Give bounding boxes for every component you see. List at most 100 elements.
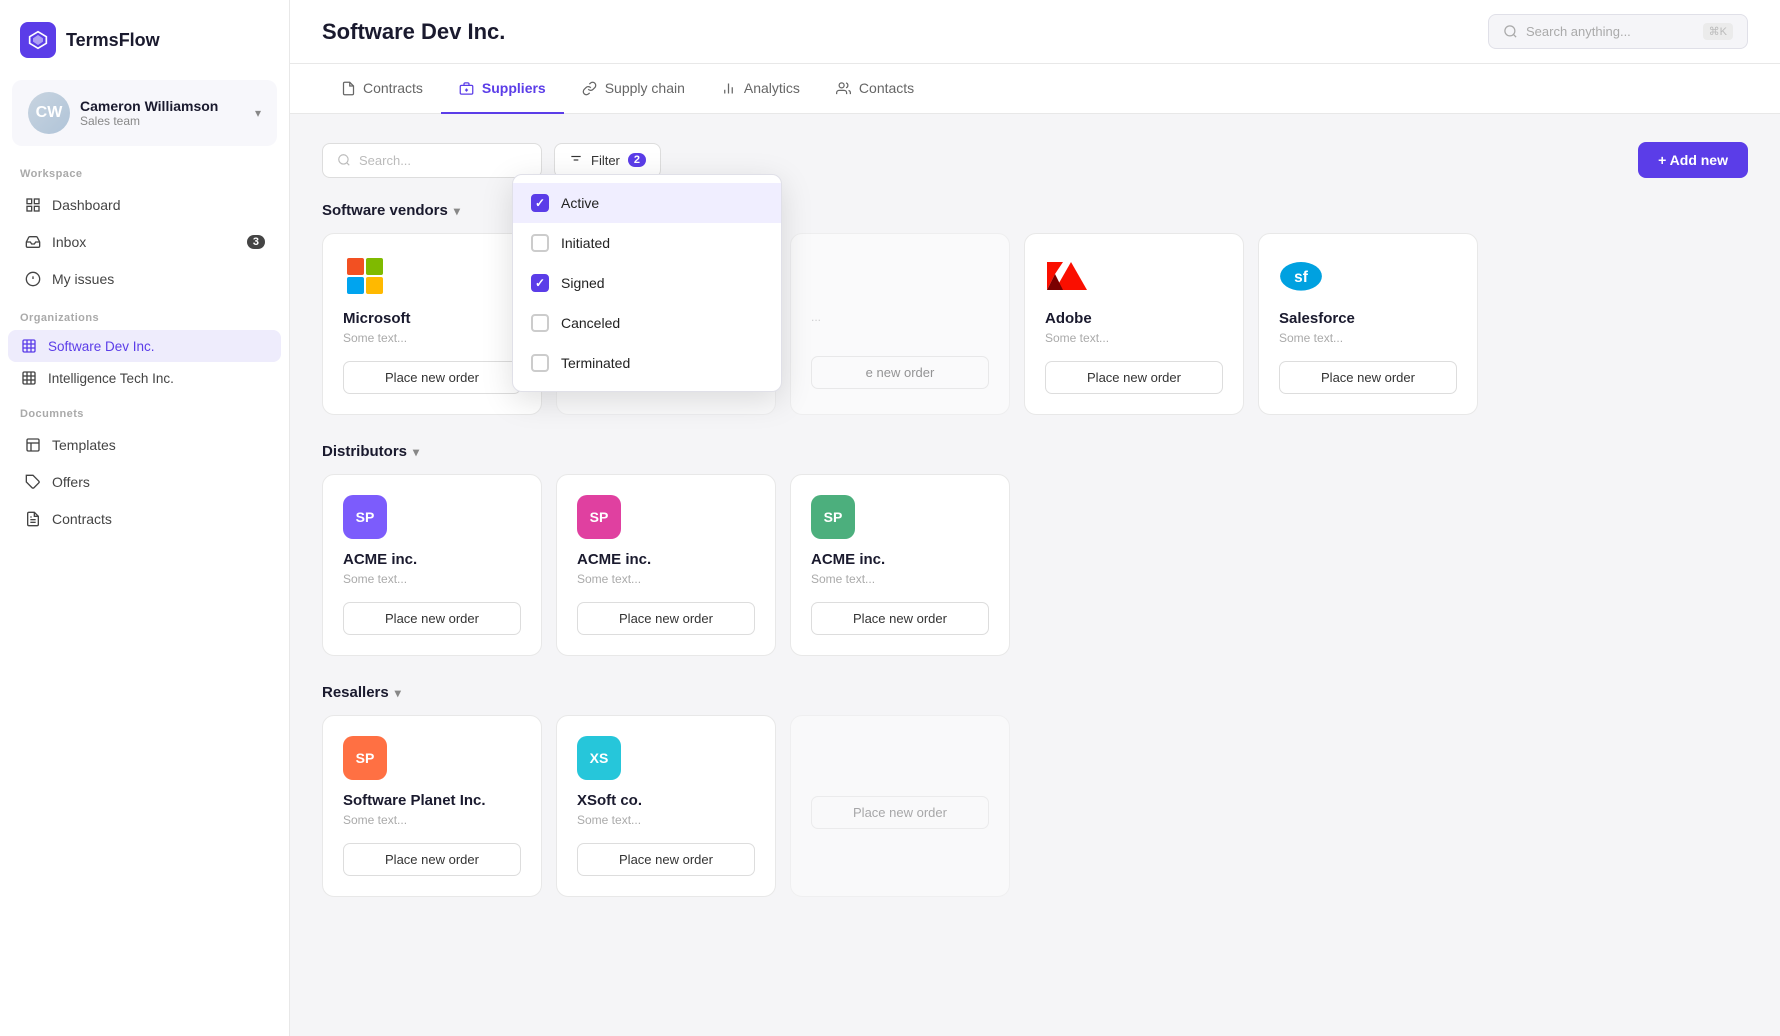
place-order-button[interactable]: Place new order bbox=[343, 361, 521, 394]
tab-analytics[interactable]: Analytics bbox=[703, 64, 818, 114]
sidebar-item-inbox[interactable]: Inbox 3 bbox=[8, 224, 281, 260]
card-adobe: Adobe Some text... Place new order bbox=[1024, 233, 1244, 415]
sidebar-item-offers[interactable]: Offers bbox=[8, 464, 281, 500]
filter-option-label: Initiated bbox=[561, 235, 610, 251]
sidebar-item-intelligence-tech[interactable]: Intelligence Tech Inc. bbox=[8, 362, 281, 394]
checkbox-initiated[interactable] bbox=[531, 234, 549, 252]
place-order-button[interactable]: e new order bbox=[811, 356, 989, 389]
card-desc: Some text... bbox=[577, 572, 755, 586]
filter-icon bbox=[569, 153, 583, 167]
place-order-button[interactable]: Place new order bbox=[1045, 361, 1223, 394]
place-order-button[interactable]: Place new order bbox=[577, 843, 755, 876]
section-title: Resallers bbox=[322, 684, 389, 701]
user-info: Cameron Williamson Sales team bbox=[80, 98, 245, 128]
card-name: Adobe bbox=[1045, 310, 1223, 327]
filter-option-active[interactable]: Active bbox=[513, 183, 781, 223]
tab-supply-chain[interactable]: Supply chain bbox=[564, 64, 703, 114]
filter-label: Filter bbox=[591, 153, 620, 168]
building-icon bbox=[20, 369, 38, 387]
chevron-down-icon: ▾ bbox=[454, 204, 460, 218]
toolbar: Search... Filter 2 + Add new bbox=[322, 142, 1748, 178]
tab-contracts[interactable]: Contracts bbox=[322, 64, 441, 114]
sidebar-item-dashboard[interactable]: Dashboard bbox=[8, 187, 281, 223]
place-order-button[interactable]: Place new order bbox=[343, 602, 521, 635]
place-order-button[interactable]: Place new order bbox=[1279, 361, 1457, 394]
card-desc: ... bbox=[811, 310, 989, 340]
sidebar-item-templates[interactable]: Templates bbox=[8, 427, 281, 463]
user-profile[interactable]: CW Cameron Williamson Sales team ▾ bbox=[12, 80, 277, 146]
place-order-button[interactable]: Place new order bbox=[811, 602, 989, 635]
card-desc: Some text... bbox=[343, 572, 521, 586]
org-label: Intelligence Tech Inc. bbox=[48, 371, 174, 386]
software-planet-logo: SP bbox=[343, 736, 387, 780]
card-name: Microsoft bbox=[343, 310, 521, 327]
filter-option-initiated[interactable]: Initiated bbox=[513, 223, 781, 263]
sidebar-item-my-issues[interactable]: My issues bbox=[8, 261, 281, 297]
global-search[interactable]: Search anything... ⌘K bbox=[1488, 14, 1748, 49]
organizations-list: Software Dev Inc. Intelligence Tech Inc. bbox=[0, 330, 289, 394]
grid-icon bbox=[24, 196, 42, 214]
supplier-search[interactable]: Search... bbox=[322, 143, 542, 178]
adobe-logo bbox=[1045, 254, 1089, 298]
place-order-button[interactable]: Place new order bbox=[811, 796, 989, 829]
add-new-button[interactable]: + Add new bbox=[1638, 142, 1748, 178]
acme3-logo: SP bbox=[811, 495, 855, 539]
card-name: ACME inc. bbox=[577, 551, 755, 568]
search-placeholder: Search anything... bbox=[1526, 24, 1695, 39]
card-name: Salesforce bbox=[1279, 310, 1457, 327]
sidebar-item-contracts[interactable]: Contracts bbox=[8, 501, 281, 537]
filter-option-signed[interactable]: Signed bbox=[513, 263, 781, 303]
search-shortcut: ⌘K bbox=[1703, 23, 1733, 40]
logo[interactable]: TermsFlow bbox=[0, 0, 289, 80]
search-icon bbox=[1503, 24, 1518, 39]
section-title: Distributors bbox=[322, 443, 407, 460]
tab-label: Supply chain bbox=[605, 80, 685, 96]
sidebar-item-label: Inbox bbox=[52, 234, 86, 250]
xsoft-logo: XS bbox=[577, 736, 621, 780]
card-acme1: SP ACME inc. Some text... Place new orde… bbox=[322, 474, 542, 656]
card-desc: Some text... bbox=[577, 813, 755, 827]
vendor3-logo bbox=[811, 254, 855, 298]
card-name: ACME inc. bbox=[343, 551, 521, 568]
alert-circle-icon bbox=[24, 270, 42, 288]
checkbox-terminated[interactable] bbox=[531, 354, 549, 372]
section-header-resallers[interactable]: Resallers ▾ bbox=[322, 684, 1748, 701]
checkbox-active[interactable] bbox=[531, 194, 549, 212]
place-order-button[interactable]: Place new order bbox=[577, 602, 755, 635]
salesforce-logo: sf bbox=[1279, 254, 1323, 298]
user-name: Cameron Williamson bbox=[80, 98, 245, 114]
microsoft-logo bbox=[343, 254, 387, 298]
sidebar-item-label: My issues bbox=[52, 271, 114, 287]
filter-option-label: Active bbox=[561, 195, 599, 211]
checkbox-canceled[interactable] bbox=[531, 314, 549, 332]
layout-icon bbox=[24, 436, 42, 454]
tab-label: Contacts bbox=[859, 80, 914, 96]
chart-icon bbox=[721, 80, 737, 96]
sidebar-nav: Dashboard Inbox 3 My issues bbox=[0, 186, 289, 298]
filter-option-terminated[interactable]: Terminated bbox=[513, 343, 781, 383]
tab-contacts[interactable]: Contacts bbox=[818, 64, 932, 114]
app-name: TermsFlow bbox=[66, 30, 160, 51]
tab-label: Suppliers bbox=[482, 80, 546, 96]
filter-button[interactable]: Filter 2 bbox=[554, 143, 661, 178]
sidebar-item-software-dev[interactable]: Software Dev Inc. bbox=[8, 330, 281, 362]
section-header-distributors[interactable]: Distributors ▾ bbox=[322, 443, 1748, 460]
avatar: CW bbox=[28, 92, 70, 134]
org-label: Software Dev Inc. bbox=[48, 339, 155, 354]
filter-option-canceled[interactable]: Canceled bbox=[513, 303, 781, 343]
workspace-label: Workspace bbox=[0, 154, 289, 186]
place-order-button[interactable]: Place new order bbox=[343, 843, 521, 876]
documents-label: Documnets bbox=[0, 394, 289, 426]
resaller3-logo bbox=[811, 736, 855, 780]
inbox-badge: 3 bbox=[247, 235, 265, 249]
checkbox-signed[interactable] bbox=[531, 274, 549, 292]
building-icon bbox=[20, 337, 38, 355]
user-role: Sales team bbox=[80, 114, 245, 128]
card-acme3: SP ACME inc. Some text... Place new orde… bbox=[790, 474, 1010, 656]
tab-label: Analytics bbox=[744, 80, 800, 96]
card-name: XSoft co. bbox=[577, 792, 755, 809]
filter-count: 2 bbox=[628, 153, 646, 167]
card-desc: Some text... bbox=[343, 813, 521, 827]
tab-suppliers[interactable]: Suppliers bbox=[441, 64, 564, 114]
card-software-planet: SP Software Planet Inc. Some text... Pla… bbox=[322, 715, 542, 897]
